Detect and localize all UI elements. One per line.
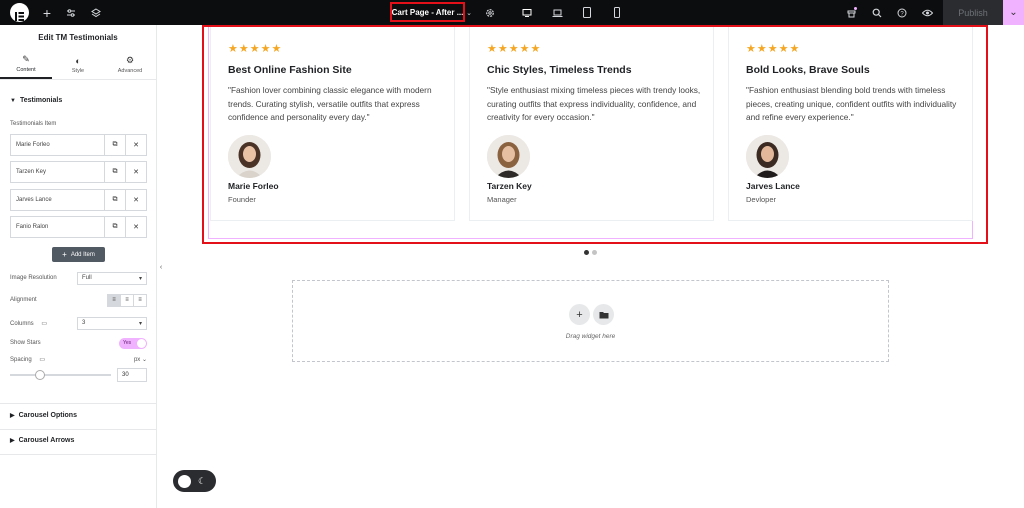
add-element-icon[interactable]: + [40,0,54,25]
repeater-item[interactable]: Jarves Lance ⧉ ✕ [10,189,147,211]
divider [0,403,157,404]
image-resolution-control: Image Resolution Full ▾ [10,271,147,285]
carousel-dot[interactable] [592,250,597,255]
spacing-input[interactable]: 30 [117,368,147,382]
desktop-icon: ▭ [41,320,48,327]
align-right-icon[interactable]: ≡ [133,293,147,307]
divider [0,454,157,455]
theme-mode-toggle[interactable]: ☾ [173,470,216,492]
duplicate-icon[interactable]: ⧉ [104,135,125,155]
section-carousel-options-toggle[interactable]: ▶ Carousel Options [0,412,77,419]
elementor-logo-icon[interactable] [10,3,29,22]
testimonials-item-label: Testimonials Item [10,121,57,127]
image-resolution-select[interactable]: Full ▾ [77,271,147,285]
carousel-dot-active[interactable] [584,250,589,255]
columns-select[interactable]: 3 ▾ [77,316,147,330]
duplicate-icon[interactable]: ⧉ [104,162,125,182]
chevron-down-icon: ▾ [138,275,142,282]
add-item-button[interactable]: + Add Item [52,247,105,262]
tab-advanced[interactable]: ⚙ Advanced [104,50,156,79]
duplicate-icon[interactable]: ⧉ [104,190,125,210]
show-stars-toggle[interactable]: Yes [119,337,147,349]
editor-panel: Edit TM Testimonials ✎ Content ◐ Style ⚙… [0,25,157,508]
drag-widget-text: Drag widget here [565,333,616,340]
drop-widget-zone[interactable]: + Drag widget here [292,280,889,362]
section-carousel-arrows-toggle[interactable]: ▶ Carousel Arrows [0,437,74,444]
notifications-gift-icon[interactable] [844,0,858,25]
contrast-icon: ◐ [75,55,81,66]
repeater-item[interactable]: Tarzen Key ⧉ ✕ [10,161,147,183]
page-settings-gear-icon[interactable] [484,0,496,25]
editor-topbar: + Cart Page - After ... ⌄ ? Publish ⌄ [0,0,1024,25]
moon-icon: ☾ [198,475,207,486]
search-icon[interactable] [870,0,884,25]
publish-button[interactable]: Publish [943,0,1003,25]
spacing-control: Spacing ▭ px ⌄ [10,356,147,363]
caret-right-icon: ▶ [10,413,15,419]
chevron-down-icon: ▾ [138,320,142,327]
spacing-slider-track[interactable] [10,374,111,376]
repeater-item[interactable]: Fanio Ralon ⧉ ✕ [10,216,147,238]
align-left-icon[interactable]: ≡ [107,293,121,307]
unit-selector[interactable]: px ⌄ [134,356,147,363]
selection-highlight [202,25,988,244]
divider [0,429,157,430]
caret-down-icon: ▼ [10,97,16,104]
publish-options-chevron-icon[interactable]: ⌄ [1003,0,1024,25]
repeater-item[interactable]: Marie Forleo ⧉ ✕ [10,134,147,156]
structure-layers-icon[interactable] [89,0,103,25]
laptop-view-icon[interactable] [550,0,564,25]
mobile-view-icon[interactable] [610,0,624,25]
panel-title: Edit TM Testimonials [38,33,118,42]
caret-right-icon: ▶ [10,438,15,444]
desktop-view-icon[interactable] [520,0,534,25]
tab-content[interactable]: ✎ Content [0,50,52,79]
show-stars-control: Show Stars Yes [10,336,147,350]
pencil-icon: ✎ [22,54,30,64]
collapse-panel-chevron-icon[interactable]: ‹ [157,258,165,276]
template-folder-icon[interactable] [593,304,614,325]
alignment-control: Alignment ≡ ≡ ≡ [10,293,147,307]
duplicate-icon[interactable]: ⧉ [104,217,125,237]
chevron-down-icon[interactable]: ⌄ [465,0,473,25]
columns-control: Columns ▭ 3 ▾ [10,316,147,330]
close-icon[interactable]: ✕ [125,135,146,155]
close-icon[interactable]: ✕ [125,190,146,210]
desktop-icon: ▭ [39,356,46,363]
preview-eye-icon[interactable] [920,0,934,25]
gear-icon: ⚙ [125,55,135,65]
tablet-view-icon[interactable] [580,0,594,25]
tab-style[interactable]: ◐ Style [52,50,104,79]
close-icon[interactable]: ✕ [125,162,146,182]
panel-tabs: ✎ Content ◐ Style ⚙ Advanced [0,50,156,80]
add-section-plus-icon[interactable]: + [569,304,590,325]
section-testimonials-toggle[interactable]: ▼ Testimonials [0,97,62,104]
close-icon[interactable]: ✕ [125,217,146,237]
help-icon[interactable]: ? [895,0,909,25]
alignment-button-group: ≡ ≡ ≡ [107,293,147,307]
toggle-knob [178,474,191,488]
page-selector-button[interactable]: Cart Page - After ... [390,2,465,22]
align-center-icon[interactable]: ≡ [120,293,134,307]
plus-icon: + [62,250,67,259]
site-settings-icon[interactable] [64,0,78,25]
spacing-slider-handle[interactable] [35,370,45,380]
